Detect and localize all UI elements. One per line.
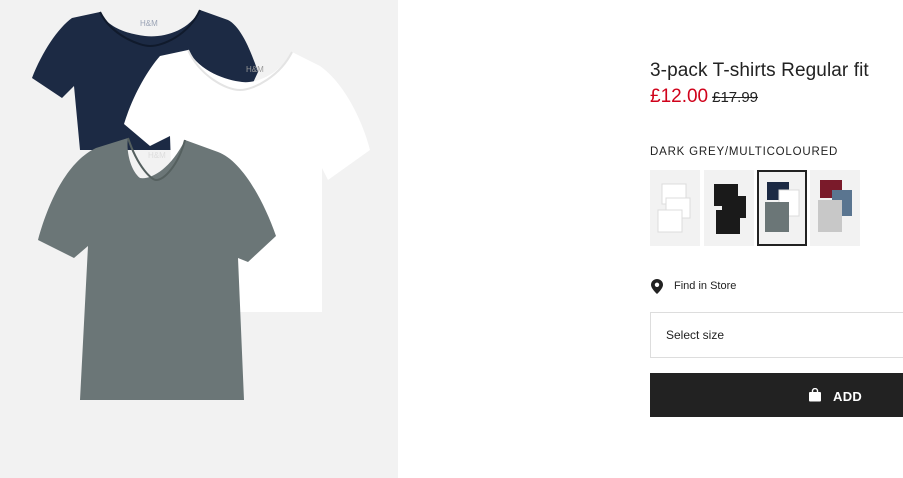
swatch-dark-grey-thumbnail	[765, 182, 800, 232]
swatch-black-thumbnail	[714, 184, 746, 234]
product-image[interactable]: H&M H&M H&M	[0, 0, 398, 478]
original-price: £17.99	[712, 89, 759, 106]
find-in-store-label: Find in Store	[674, 280, 737, 292]
white-t-shirt-logo: H&M	[246, 65, 264, 74]
price: £12.00 £17.99	[650, 86, 758, 108]
add-to-bag-button[interactable]: ADD	[650, 373, 903, 417]
swatch-white[interactable]	[650, 170, 700, 246]
product-info: 3-pack T-shirts Regular fit £12.00 £17.99…	[650, 0, 903, 478]
swatch-burgundy-thumbnail	[818, 180, 852, 232]
sale-price: £12.00	[650, 86, 709, 107]
swatch-burgundy-multicoloured[interactable]	[810, 170, 860, 246]
t-shirt-stack-illustration: H&M H&M H&M	[32, 9, 370, 400]
selected-colour-name: DARK GREY/MULTICOLOURED	[650, 146, 839, 158]
swatch-white-thumbnail	[657, 183, 691, 233]
navy-t-shirt-logo: H&M	[140, 19, 158, 28]
swatch-black[interactable]	[704, 170, 754, 246]
colour-swatches	[650, 170, 903, 248]
product-title: 3-pack T-shirts Regular fit	[650, 60, 869, 81]
size-select-placeholder: Select size	[666, 328, 725, 342]
grey-t-shirt-logo: H&M	[148, 151, 166, 160]
swatch-dark-grey-multicoloured[interactable]	[757, 170, 807, 246]
size-select[interactable]: Select size	[650, 312, 903, 358]
shopping-bag-icon	[809, 388, 821, 402]
add-button-label: ADD	[833, 389, 863, 404]
map-pin-icon	[651, 279, 663, 294]
